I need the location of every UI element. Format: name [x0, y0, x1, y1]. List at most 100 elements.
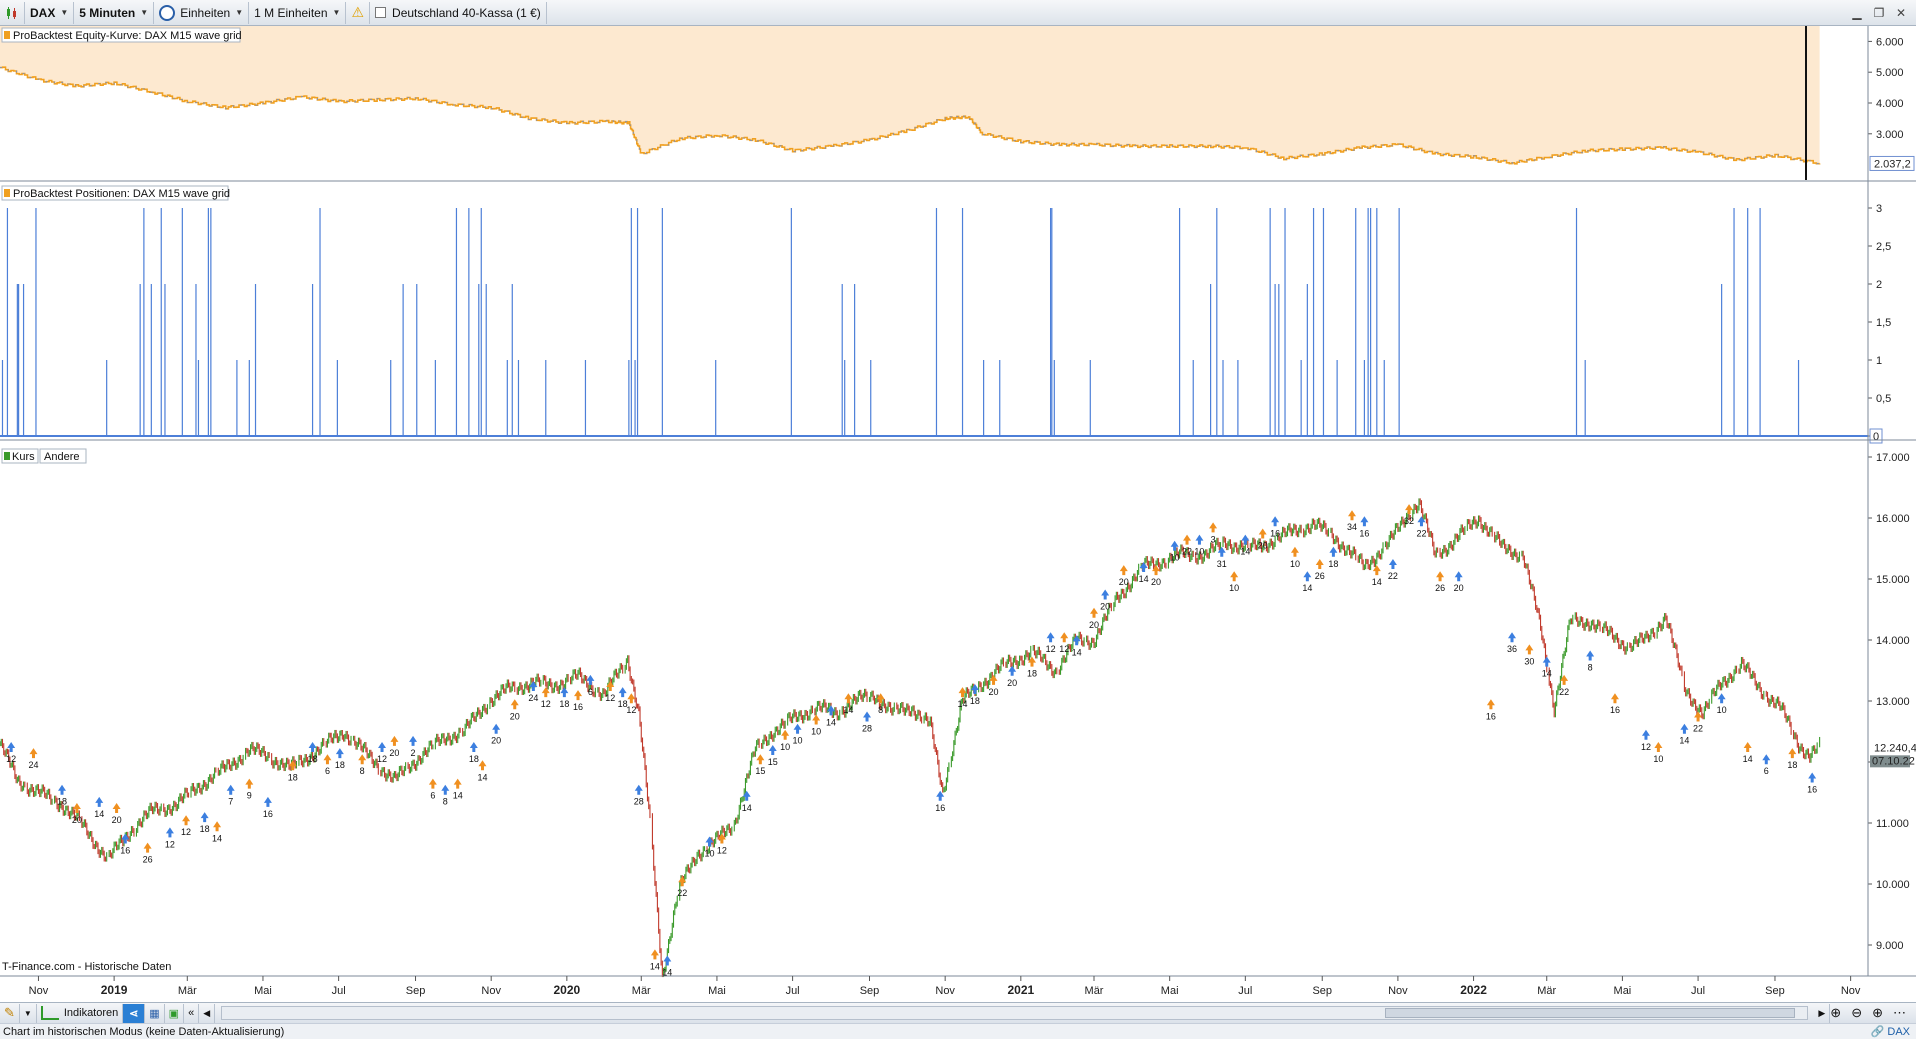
status-symbol-link[interactable]: 🔗 DAX — [1871, 1025, 1916, 1038]
instrument-name: Deutschland 40-Kassa (1 €) — [392, 5, 541, 20]
trade-annotation: 12 — [181, 827, 191, 837]
buy-arrow-icon — [165, 827, 174, 838]
data-source-watermark: T-Finance.com - Historische Daten — [2, 961, 171, 973]
price-ytick-label: 17.000 — [1876, 452, 1910, 464]
buy-arrow-icon — [308, 742, 317, 752]
equity-panel: 6.000 5.000 4.000 3.000 2.037,2 — [0, 26, 1916, 182]
trade-annotation: 16 — [1270, 528, 1280, 538]
equity-last-value: 2.037,2 — [1874, 158, 1911, 170]
timeframe-label: 5 Minuten — [79, 5, 136, 20]
trade-annotation: 6 — [1764, 766, 1769, 776]
xtick-label: Sep — [406, 985, 426, 997]
buy-arrow-icon — [1388, 559, 1397, 569]
zoom-out-icon[interactable]: ⊖ — [1851, 1005, 1862, 1021]
buy-arrow-icon — [1046, 632, 1055, 643]
trade-annotation: 14 — [1302, 583, 1312, 593]
trade-annotation: 14 — [94, 809, 104, 819]
restore-icon[interactable]: ❐ — [1872, 6, 1886, 20]
trade-annotation: 18 — [1328, 559, 1338, 569]
xtick-label: 2019 — [101, 983, 128, 997]
indicators-icon — [40, 1006, 59, 1020]
share-icon[interactable]: ⋖ — [123, 1003, 146, 1023]
sell-arrow-icon — [1525, 644, 1534, 655]
trade-annotation: 36 — [1507, 644, 1517, 654]
chart-canvas[interactable]: 6.000 5.000 4.000 3.000 2.037,2 3 2,5 2 1,5 1 0,5… — [0, 26, 1916, 1002]
trade-annotation: 10 — [780, 742, 790, 752]
units-label: Einheiten — [180, 5, 231, 20]
buy-arrow-icon — [200, 812, 209, 823]
units-selector[interactable]: Einheiten ▼ — [154, 1, 250, 24]
scroll-left-icon[interactable]: ◀ — [199, 1003, 216, 1023]
xtick-label: Sep — [1765, 985, 1785, 997]
trade-annotation: 12 — [626, 705, 636, 715]
trade-annotation: 6 — [430, 791, 435, 801]
trade-annotation: 14 — [1542, 669, 1552, 679]
draw-tool-icon[interactable]: ✎ — [0, 1003, 20, 1023]
trade-annotation: 10 — [811, 727, 821, 737]
trade-annotation: 10 — [1170, 553, 1180, 563]
trade-annotation: 12 — [541, 699, 551, 709]
trade-annotation: 26 — [1315, 571, 1325, 581]
indicators-button[interactable]: Indikatoren — [37, 1003, 124, 1023]
trade-annotation: 16 — [573, 702, 583, 712]
positions-ytick-label: 1,5 — [1876, 317, 1891, 329]
trade-annotation: 12 — [165, 839, 175, 849]
xtick-label: Jul — [1691, 985, 1705, 997]
minimize-icon[interactable]: ▁ — [1850, 6, 1864, 20]
buy-arrow-icon — [263, 796, 272, 807]
trade-annotation: 30 — [1524, 656, 1534, 666]
xtick-label: Mär — [1085, 985, 1104, 997]
time-scrollbar[interactable] — [221, 1006, 1809, 1020]
top-toolbar: DAX ▼ 5 Minuten ▼ Einheiten ▼ 1 M Einheiten… — [0, 0, 1916, 26]
trade-annotation: 14 — [650, 961, 660, 971]
trade-annotation: 14 — [453, 791, 463, 801]
close-icon[interactable]: ✕ — [1894, 6, 1908, 20]
buy-arrow-icon — [1303, 571, 1312, 582]
trade-annotation: 8 — [443, 797, 448, 807]
chevron-down-icon: ▼ — [23, 1008, 32, 1018]
xtick-label: Nov — [935, 985, 955, 997]
chart-settings-icon[interactable]: ▣ — [165, 1003, 185, 1023]
layout-icon[interactable]: ▦ — [145, 1003, 165, 1023]
trade-annotation: 15 — [768, 757, 778, 767]
timeframe-selector[interactable]: 5 Minuten ▼ — [74, 1, 155, 24]
chevron-down-icon: ▼ — [140, 8, 149, 17]
symbol-label: DAX — [30, 5, 56, 20]
zoom-fit-icon[interactable]: ⊕ — [1830, 1005, 1841, 1021]
buy-arrow-icon — [441, 784, 450, 795]
draw-tool-dropdown[interactable]: ▼ — [20, 1003, 37, 1023]
trade-annotation: 20 — [112, 815, 122, 825]
status-text: Chart im historischen Modus (keine Daten… — [3, 1025, 285, 1038]
kurs-label: Kurs — [12, 451, 35, 463]
buy-arrow-icon — [1454, 571, 1463, 582]
trade-annotation: 20 — [1151, 577, 1161, 587]
trade-annotation: 16 — [263, 809, 273, 819]
xtick-label: Mai — [1161, 985, 1179, 997]
equity-ytick-label: 6.000 — [1876, 36, 1904, 48]
trade-annotation: 14 — [843, 705, 853, 715]
positions-ytick-label: 2,5 — [1876, 241, 1891, 253]
trade-annotation: 12 — [1059, 644, 1069, 654]
xtick-label: Nov — [1841, 985, 1861, 997]
zoom-in-icon[interactable]: ⊕ — [1872, 1005, 1883, 1021]
scrollbar-thumb[interactable] — [1385, 1008, 1796, 1018]
sell-arrow-icon — [1348, 510, 1357, 521]
xtick-label: Sep — [860, 985, 880, 997]
symbol-selector[interactable]: DAX ▼ — [25, 1, 75, 24]
sell-arrow-icon — [1788, 748, 1797, 759]
trade-annotation: 10 — [1717, 705, 1727, 715]
scroll-right-icon[interactable]: ▶ — [1814, 1003, 1831, 1023]
units-count-selector[interactable]: 1 M Einheiten ▼ — [249, 1, 347, 24]
trade-annotation: 14 — [1743, 754, 1753, 764]
trade-annotation: 12 — [605, 693, 615, 703]
trade-annotation: 16 — [1486, 711, 1496, 721]
candles-icon[interactable] — [0, 1, 25, 24]
positions-ytick-label: 1 — [1876, 355, 1882, 367]
scroll-start-icon[interactable]: « — [184, 1003, 200, 1023]
more-options-icon[interactable]: ⋯ — [1893, 1005, 1906, 1021]
warning-icon[interactable]: ⚠ — [346, 1, 371, 24]
instrument-checkbox[interactable]: Deutschland 40-Kassa (1 €) — [370, 1, 547, 24]
xtick-label: Jul — [786, 985, 800, 997]
buy-arrow-icon — [378, 742, 387, 752]
buy-arrow-icon — [226, 784, 235, 795]
